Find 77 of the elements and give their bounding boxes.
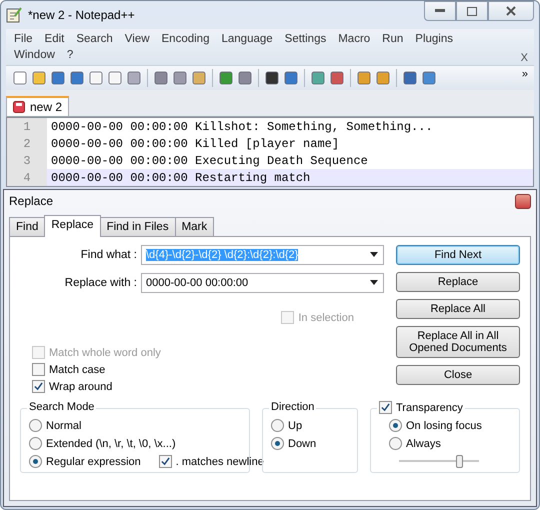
dialog-tab[interactable]: Find in Files bbox=[100, 217, 176, 236]
code-line: 0000-00-00 00:00:00 Executing Death Sequence bbox=[51, 154, 368, 168]
radio-label: On losing focus bbox=[406, 420, 482, 432]
close-icon[interactable] bbox=[506, 6, 516, 16]
menu-item[interactable]: Language bbox=[215, 31, 279, 47]
caret-icon[interactable] bbox=[369, 252, 379, 258]
minimize-button[interactable] bbox=[424, 1, 456, 21]
menu-item[interactable]: View bbox=[118, 31, 156, 47]
dialog-close-button[interactable] bbox=[515, 194, 531, 208]
dialog-tab[interactable]: Find bbox=[9, 217, 46, 236]
radio-button[interactable] bbox=[271, 437, 284, 450]
checkbox-label: Wrap around bbox=[49, 380, 112, 392]
transparency-slider[interactable] bbox=[399, 455, 479, 467]
minimize-icon[interactable] bbox=[435, 9, 445, 13]
radio-button[interactable] bbox=[29, 437, 42, 450]
code-line: 0000-00-00 00:00:00 Killed [player name] bbox=[51, 136, 340, 150]
combo-box[interactable]: 0000-00-00 00:00:00 bbox=[141, 273, 384, 293]
menu-item[interactable]: Run bbox=[376, 31, 410, 47]
checkbox[interactable] bbox=[32, 363, 45, 376]
checkbox-label: Match whole word only bbox=[49, 346, 161, 358]
close-document-button[interactable]: X bbox=[520, 52, 528, 64]
field-label: Find what : bbox=[80, 249, 137, 261]
group-title: Search Mode bbox=[27, 401, 96, 413]
dialog-button[interactable]: Find Next bbox=[396, 245, 520, 265]
checkbox-label: . matches newline bbox=[176, 456, 264, 468]
dialog-button[interactable]: Replace All bbox=[396, 299, 520, 319]
menu-item[interactable]: ? bbox=[60, 47, 80, 63]
line-number: 3 bbox=[7, 152, 47, 169]
code-line: 0000-00-00 00:00:00 Restarting match bbox=[51, 170, 310, 184]
line-number: 4 bbox=[7, 169, 47, 186]
field-label: Replace with : bbox=[64, 277, 137, 289]
checkbox-label: Transparency bbox=[396, 402, 463, 414]
checkbox-label: Match case bbox=[49, 364, 106, 376]
dialog-button[interactable]: Replace bbox=[396, 272, 520, 292]
menu-item[interactable]: Plugins bbox=[409, 31, 459, 47]
menu-item[interactable]: Encoding bbox=[156, 31, 216, 47]
radio-button[interactable] bbox=[271, 419, 284, 432]
radio-label: Always bbox=[406, 438, 441, 450]
menu-item[interactable]: Window bbox=[8, 47, 61, 63]
menu-item[interactable]: File bbox=[8, 31, 39, 47]
checkbox[interactable] bbox=[158, 455, 172, 468]
line-number: 1 bbox=[7, 118, 47, 135]
checkbox[interactable] bbox=[32, 380, 45, 393]
radio-button[interactable] bbox=[29, 455, 42, 468]
radio-label: Regular expression bbox=[46, 456, 141, 468]
radio-label: Normal bbox=[46, 420, 82, 432]
menu-item[interactable]: Macro bbox=[332, 31, 376, 47]
group-title: Direction bbox=[269, 401, 316, 413]
radio-button[interactable] bbox=[389, 437, 402, 450]
caret-icon[interactable] bbox=[369, 280, 379, 286]
window-title: *new 2 - Notepad++ bbox=[28, 8, 136, 22]
line-number: 2 bbox=[7, 135, 47, 152]
menu-item[interactable]: Search bbox=[70, 31, 119, 47]
checkbox-label: In selection bbox=[298, 312, 354, 324]
close-button[interactable] bbox=[488, 1, 534, 21]
file-icon bbox=[13, 101, 25, 113]
dialog-button[interactable]: Close bbox=[396, 365, 520, 385]
radio-button[interactable] bbox=[29, 419, 42, 432]
maximize-icon[interactable] bbox=[467, 6, 477, 16]
radio-label: Down bbox=[288, 438, 316, 450]
menu-item[interactable]: Settings bbox=[278, 31, 332, 47]
radio-label: Up bbox=[288, 420, 302, 432]
checkbox[interactable] bbox=[379, 401, 392, 414]
menu-item[interactable]: Edit bbox=[38, 31, 70, 47]
code-line: 0000-00-00 00:00:00 Killshot: Something, Something... bbox=[51, 120, 433, 134]
text-editor[interactable]: 1 0000-00-00 00:00:00 Killshot: Something, Something... 2 0000-00-00 00:00:00 Killed [player name] 3 0000-00-00 00:00:00 Executing Death Sequence 4 0000-00-00 00:00:00 Restarting match bbox=[6, 117, 534, 187]
slider-thumb[interactable] bbox=[456, 455, 463, 468]
dialog-title: Replace bbox=[9, 194, 54, 208]
radio-button[interactable] bbox=[389, 419, 402, 432]
maximize-button[interactable] bbox=[456, 1, 488, 21]
document-tab[interactable]: new 2 bbox=[6, 96, 70, 116]
dialog-button[interactable]: Replace All in All Opened Documents bbox=[396, 326, 520, 358]
dialog-tab[interactable]: Replace bbox=[44, 215, 101, 237]
notepad-icon bbox=[6, 7, 22, 23]
toolbar-overflow-button[interactable]: » bbox=[522, 68, 528, 80]
radio-label: Extended (\n, \r, \t, \0, \x...) bbox=[46, 438, 176, 450]
dialog-tab[interactable]: Mark bbox=[174, 217, 214, 236]
